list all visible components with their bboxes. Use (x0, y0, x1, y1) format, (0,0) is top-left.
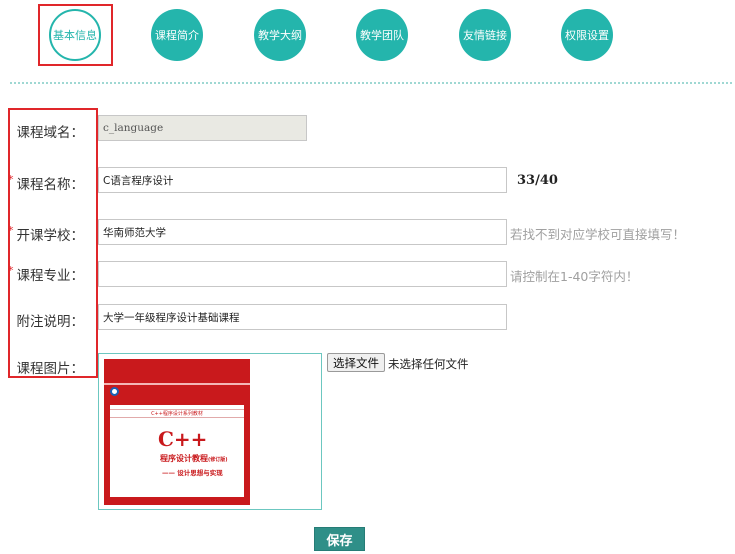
tab-syllabus[interactable]: 教学大纲 (254, 9, 306, 61)
tab-label: 课程简介 (155, 29, 199, 42)
cover-tagline: —— 设计思想与实现 (162, 469, 223, 477)
label-school: * 开课学校： (8, 224, 84, 244)
note-input[interactable]: 大学一年级程序设计基础课程 (98, 304, 507, 330)
tab-label: 友情链接 (463, 29, 507, 42)
major-hint: 请控制在1-40字符内！ (510, 269, 639, 284)
tab-links[interactable]: 友情链接 (459, 9, 511, 61)
tab-label: 权限设置 (565, 29, 609, 42)
dotted-divider (10, 82, 732, 84)
cover-series: C++程序设计系列教材 (110, 409, 244, 418)
course-domain-input: c_language (98, 115, 307, 141)
cover-subtitle: 程序设计教程(修订版) (160, 454, 228, 463)
label-major: * 课程专业： (8, 264, 84, 284)
publisher-logo-icon (110, 387, 119, 396)
label-course-domain: 课程域名： (16, 125, 85, 141)
save-button[interactable]: 保存 (314, 527, 365, 551)
book-cover-image: C++程序设计系列教材 C++ 程序设计教程(修订版) —— 设计思想与实现 (104, 359, 250, 505)
tab-label: 基本信息 (53, 29, 97, 42)
label-course-name: * 课程名称： (8, 173, 84, 193)
tab-course-intro[interactable]: 课程简介 (151, 9, 203, 61)
required-mark: * (8, 264, 14, 277)
tab-permissions[interactable]: 权限设置 (561, 9, 613, 61)
tab-label: 教学大纲 (258, 29, 302, 42)
major-input[interactable] (98, 261, 507, 287)
tab-label: 教学团队 (360, 29, 404, 42)
course-image-preview: C++程序设计系列教材 C++ 程序设计教程(修订版) —— 设计思想与实现 (98, 353, 322, 510)
label-course-image: 课程图片： (16, 361, 85, 377)
course-name-input[interactable]: C语言程序设计 (98, 167, 507, 193)
school-hint: 若找不到对应学校可直接填写！ (510, 227, 686, 242)
cover-title: C++ (158, 427, 208, 451)
required-mark: * (8, 173, 14, 186)
cover-title-panel: C++程序设计系列教材 C++ 程序设计教程(修订版) —— 设计思想与实现 (110, 405, 244, 497)
label-note: 附注说明： (16, 314, 85, 330)
tab-basic-info[interactable]: 基本信息 (49, 9, 101, 61)
tab-teaching-team[interactable]: 教学团队 (356, 9, 408, 61)
choose-file-button[interactable]: 选择文件 (327, 353, 385, 372)
school-input[interactable]: 华南师范大学 (98, 219, 507, 245)
tab-bar: 基本信息 课程简介 教学大纲 教学团队 友情链接 权限设置 (0, 0, 735, 80)
cover-band (104, 383, 250, 385)
file-status-text: 未选择任何文件 (388, 357, 469, 371)
course-name-counter: 33/40 (517, 173, 558, 188)
required-mark: * (8, 224, 14, 237)
cover-logo-row (110, 387, 119, 396)
